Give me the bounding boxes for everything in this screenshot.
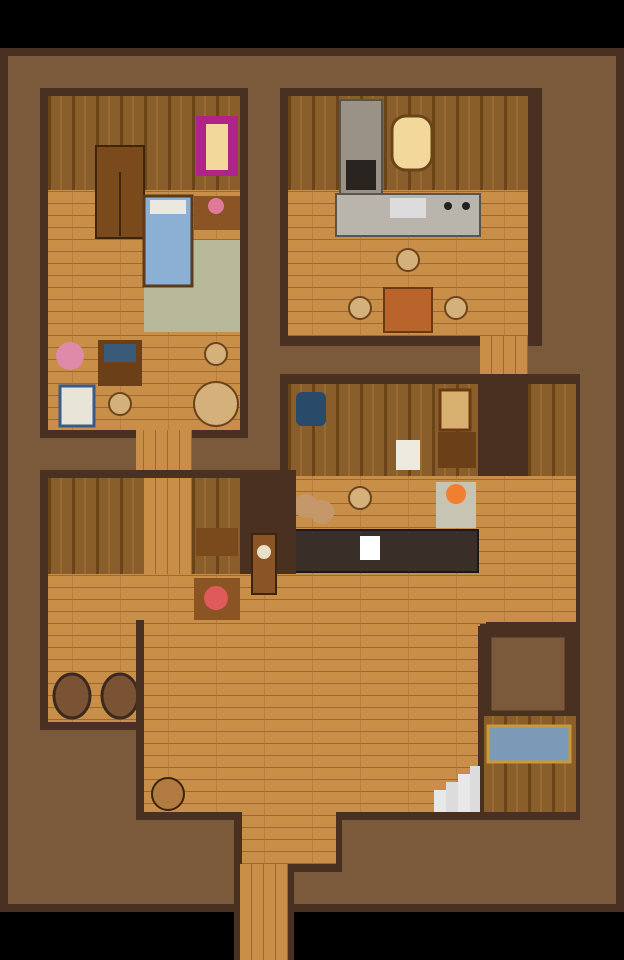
coat-hanger[interactable] <box>296 392 326 426</box>
kitchen <box>280 88 542 346</box>
dresser[interactable] <box>438 432 476 468</box>
sack[interactable] <box>310 500 334 524</box>
lower-right-room <box>480 624 580 820</box>
landscape-painting <box>486 724 572 764</box>
grandfather-clock[interactable] <box>251 533 277 595</box>
portrait-frame <box>438 388 472 432</box>
stool[interactable] <box>444 296 468 320</box>
barrel[interactable] <box>100 672 140 720</box>
wall-shelf[interactable] <box>196 528 238 556</box>
poster[interactable] <box>396 440 420 470</box>
stool[interactable] <box>348 296 372 320</box>
flower-pot[interactable] <box>56 342 84 370</box>
stool[interactable] <box>396 248 420 272</box>
bucket[interactable] <box>151 777 185 811</box>
stool[interactable] <box>204 342 228 366</box>
stool[interactable] <box>348 486 372 510</box>
void-top <box>0 0 624 48</box>
game-map <box>0 0 624 960</box>
arched-window <box>390 114 434 172</box>
bedroom <box>40 88 248 438</box>
round-table[interactable] <box>193 381 239 427</box>
dining-table[interactable] <box>383 287 433 333</box>
notice-board[interactable] <box>58 384 96 428</box>
void-bottom <box>0 912 624 960</box>
stool[interactable] <box>108 392 132 416</box>
shop-counter[interactable] <box>291 529 479 573</box>
barrel[interactable] <box>52 672 92 720</box>
